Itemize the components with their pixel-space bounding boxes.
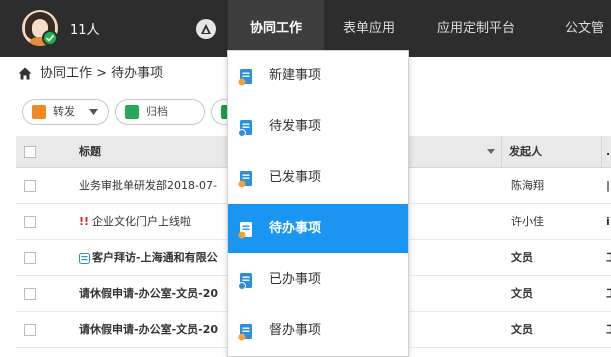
document-icon — [238, 324, 252, 341]
home-icon[interactable] — [18, 67, 32, 80]
column-header-more: . — [606, 145, 611, 158]
menu-item-new[interactable]: 新建事项 — [228, 51, 408, 101]
nav-official-documents[interactable]: 公文管 — [565, 0, 604, 57]
menu-item-label: 已发事项 — [269, 170, 322, 185]
online-check-icon — [42, 30, 58, 46]
top-navigation-bar: 11人 协同工作 表单应用 应用定制平台 公文管 — [0, 0, 611, 57]
archive-icon — [125, 105, 139, 119]
menu-item-pending-send[interactable]: 待发事项 — [228, 102, 408, 152]
collaboration-dropdown-menu: 新建事项 待发事项 已发事项 待办事项 已办事项 督办事项 — [227, 50, 409, 357]
row-initiator: 许小佳 — [511, 215, 544, 228]
sort-desc-icon[interactable] — [487, 149, 495, 154]
row-title-wrap[interactable]: 客户拜访-上海通和有限公 — [79, 240, 218, 276]
menu-item-label: 督办事项 — [269, 323, 322, 338]
nav-app-customization-platform[interactable]: 应用定制平台 — [437, 0, 515, 57]
document-icon — [238, 222, 252, 239]
menu-item-supervise[interactable]: 督办事项 — [228, 306, 408, 356]
archive-label: 归档 — [146, 105, 168, 118]
row-more: | — [606, 179, 611, 192]
column-header-initiator[interactable]: 发起人 — [509, 136, 542, 168]
row-more: 工 — [606, 240, 611, 276]
row-initiator: 文员 — [511, 251, 533, 264]
column-header-title[interactable]: 标题 — [79, 136, 101, 168]
breadcrumb-path[interactable]: 协同工作 > 待办事项 — [40, 64, 163, 84]
archive-button[interactable]: 归档 — [115, 99, 205, 125]
menu-item-label: 已办事项 — [269, 272, 322, 287]
document-icon — [238, 171, 252, 188]
menu-item-label: 待发事项 — [269, 119, 322, 134]
row-title: 企业文化门户上线啦 — [92, 215, 192, 228]
urgent-mark: !! — [79, 215, 90, 228]
customer-form-icon — [79, 252, 90, 264]
forward-label: 转发 — [53, 105, 75, 118]
chevron-down-icon — [89, 109, 98, 115]
menu-item-todo[interactable]: 待办事项 — [228, 204, 408, 253]
select-all-checkbox[interactable] — [24, 146, 36, 158]
row-more: 工 — [606, 312, 611, 348]
row-checkbox[interactable] — [24, 252, 36, 264]
forward-button[interactable]: 转发 — [22, 99, 109, 125]
platform-logo-icon[interactable] — [196, 19, 216, 39]
row-title-wrap[interactable]: !! 企业文化门户上线啦 — [79, 204, 191, 240]
row-title[interactable]: 请休假申请-办公室-文员-20 — [79, 276, 218, 312]
row-initiator: 文员 — [511, 287, 533, 300]
row-checkbox[interactable] — [24, 180, 36, 192]
menu-item-label: 新建事项 — [269, 68, 322, 83]
menu-item-sent[interactable]: 已发事项 — [228, 153, 408, 203]
online-user-count[interactable]: 11人 — [70, 19, 100, 38]
row-title: 客户拜访-上海通和有限公 — [92, 251, 218, 264]
row-title[interactable]: 业务审批单研发部2018-07- — [79, 168, 217, 204]
document-icon — [238, 69, 252, 86]
row-checkbox[interactable] — [24, 324, 36, 336]
row-initiator: 陈海翔 — [511, 179, 544, 192]
document-icon — [238, 273, 252, 290]
row-more: 工 — [606, 276, 611, 312]
menu-item-label: 待办事项 — [269, 221, 322, 236]
row-checkbox[interactable] — [24, 216, 36, 228]
forward-icon — [32, 105, 46, 119]
row-checkbox[interactable] — [24, 288, 36, 300]
nav-form-apps[interactable]: 表单应用 — [343, 0, 395, 57]
nav-collaboration[interactable]: 协同工作 — [228, 0, 324, 57]
row-initiator: 文员 — [511, 323, 533, 336]
row-title[interactable]: 请休假申请-办公室-文员-20 — [79, 312, 218, 348]
row-more: i — [606, 215, 610, 228]
document-icon — [238, 120, 252, 137]
menu-item-done[interactable]: 已办事项 — [228, 255, 408, 305]
